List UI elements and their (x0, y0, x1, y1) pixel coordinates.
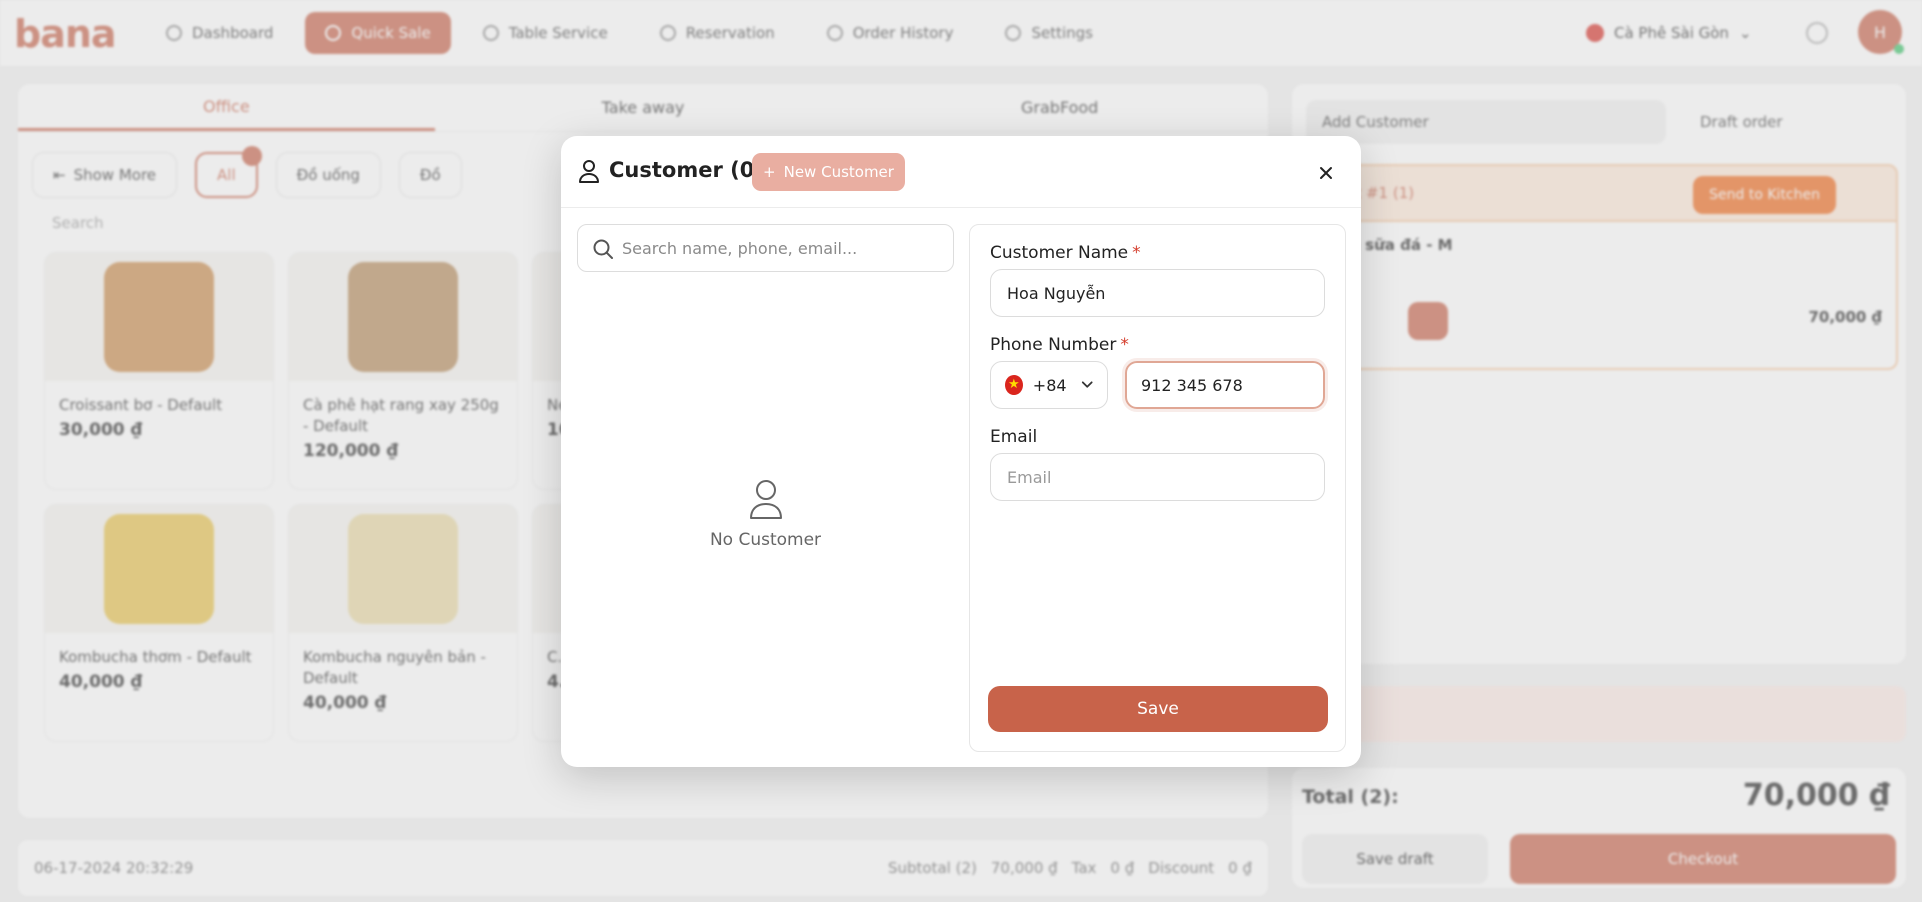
phone-number-input[interactable] (1141, 375, 1309, 395)
close-button[interactable] (1311, 158, 1341, 188)
customer-name-input[interactable] (1007, 283, 1308, 303)
phone-number-label: Phone Number * (990, 335, 1129, 355)
close-icon (1320, 167, 1332, 179)
search-icon (593, 239, 613, 259)
customer-name-field (990, 269, 1325, 317)
email-input[interactable] (1007, 467, 1308, 487)
user-icon (579, 160, 599, 183)
country-code-select[interactable]: +84 (990, 361, 1108, 409)
required-mark: * (1120, 335, 1129, 355)
save-button[interactable]: Save (988, 686, 1328, 732)
empty-state-text: No Customer (709, 530, 822, 550)
customer-form: Customer Name* Phone Number* +84 Email S… (969, 224, 1346, 752)
vietnam-flag-icon (1005, 375, 1023, 395)
chevron-down-icon (1081, 381, 1093, 388)
required-mark: * (1132, 243, 1141, 263)
customer-search (577, 224, 954, 272)
new-customer-button[interactable]: + New Customer (752, 153, 905, 191)
customer-modal: Customer (0) + New Customer No Customer … (561, 136, 1361, 767)
customer-search-input[interactable] (622, 238, 932, 258)
modal-title: Customer (0) (609, 158, 764, 182)
customer-name-label: Customer Name * (990, 243, 1141, 263)
phone-number-field (1125, 361, 1325, 409)
email-label: Email (990, 427, 1038, 447)
customer-list-pane: No Customer (577, 224, 954, 752)
empty-state: No Customer (577, 478, 954, 550)
plus-icon: + (763, 163, 776, 181)
user-icon (749, 480, 782, 519)
email-field (990, 453, 1325, 501)
modal-header: Customer (0) + New Customer (561, 136, 1361, 208)
